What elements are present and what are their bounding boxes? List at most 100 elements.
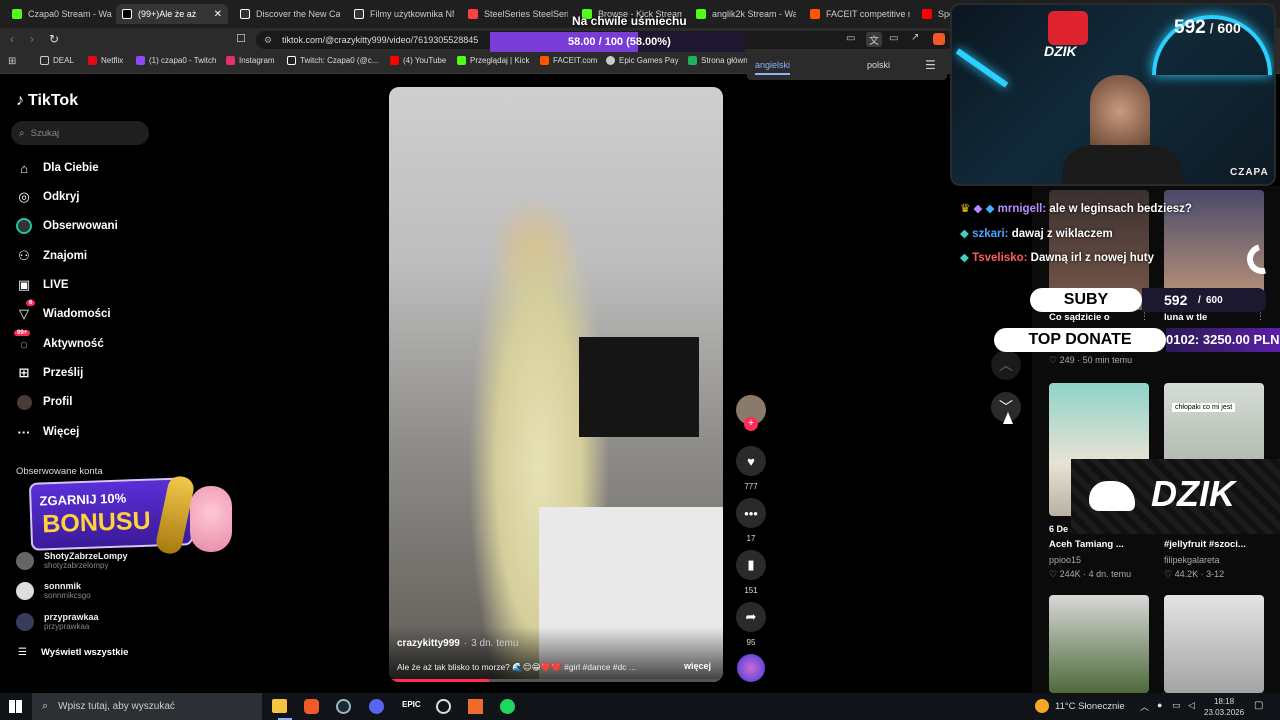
music-disc-icon[interactable] (737, 654, 765, 682)
follow-plus-icon[interactable]: + (744, 417, 758, 431)
tiktok-logo[interactable]: ♪ TikTok (16, 92, 78, 110)
nav-wiecej[interactable]: ··· Więcej (16, 424, 80, 440)
nav-profil[interactable]: Profil (16, 394, 72, 410)
feed-title[interactable]: #jellyfruit #szoci... (1164, 539, 1246, 550)
bookmark-item[interactable]: (4) YouTube (390, 56, 446, 65)
share-button[interactable]: ➦ 95 (735, 602, 767, 647)
comment-button[interactable]: ••• 17 (735, 498, 767, 543)
previous-video-button[interactable]: ︿ (991, 350, 1021, 380)
like-button[interactable]: ♥ 777 (735, 446, 767, 491)
app-icon[interactable] (468, 699, 483, 714)
apps-grid-icon[interactable]: ⊞ (8, 56, 16, 67)
feed-user[interactable]: filipekgalareta (1164, 555, 1220, 565)
caption-more-button[interactable]: więcej (684, 661, 711, 671)
reader-icon[interactable]: ▭ (846, 33, 855, 44)
subs-counter: 592 / 600 (1174, 17, 1241, 38)
feed-title[interactable]: Aceh Tamiang ... (1049, 539, 1124, 550)
more-options-icon[interactable]: ⋮ (1140, 311, 1149, 322)
share-icon[interactable]: ↗ (911, 32, 919, 43)
video-progress-track[interactable] (389, 679, 723, 682)
feed-title[interactable]: Co sądzicie o (1049, 312, 1110, 323)
browser-tab-active[interactable]: (99+)Ale że aż ✕ (116, 4, 228, 24)
browser-tab[interactable]: Spo (922, 4, 952, 24)
more-options-icon[interactable]: ⋮ (1256, 311, 1265, 322)
followed-account[interactable]: ShotyZabrzeLompy shotyzabrzelompy (16, 551, 128, 570)
browser-tab[interactable]: Discover the New Cap (240, 4, 340, 24)
discord-icon[interactable] (369, 699, 384, 714)
suby-label: SUBY (1030, 288, 1142, 312)
nav-znajomi[interactable]: ⚇ Znajomi (16, 248, 87, 264)
feed-title[interactable]: luna w tle (1164, 312, 1207, 323)
top-donate-value-box: 0102: 3250.00 PLN (1166, 328, 1280, 352)
browser-tab[interactable]: SteelSeries SteelSeries (468, 4, 568, 24)
site-info-icon[interactable]: ⚙ (264, 31, 272, 49)
save-button[interactable]: ▮ 151 (735, 550, 767, 595)
live-icon: ▣ (17, 277, 31, 292)
bookmark-item[interactable]: Przeglądaj | Kick (457, 56, 529, 65)
menu-icon[interactable]: ☰ (925, 58, 936, 72)
epic-games-icon[interactable]: EPIC (402, 700, 421, 709)
translate-icon[interactable]: 文 (866, 32, 882, 47)
close-tab-icon[interactable]: ✕ (214, 9, 222, 20)
bookmark-item[interactable]: (1) czapa0 - Twitch (136, 56, 216, 65)
translate-tab-target[interactable]: polski (867, 60, 890, 70)
bookmark-item[interactable]: DEAL (40, 56, 74, 65)
brave-shield-icon[interactable] (933, 33, 945, 45)
video-thumbnail[interactable] (1049, 595, 1149, 693)
bookmark-item[interactable]: FACEIT.com (540, 56, 597, 65)
browser-tab[interactable]: FACEIT competitive m (810, 4, 910, 24)
browser-tab[interactable]: Czapa0 Stream - Watch (12, 4, 112, 24)
notification-badge: 6 (26, 300, 36, 306)
author-avatar-block[interactable]: + (735, 395, 767, 431)
video-author[interactable]: crazykitty999 (397, 638, 460, 649)
forward-icon[interactable]: › (30, 32, 34, 46)
webcam-overlay: DZIK 592 / 600 CZAPA (950, 3, 1276, 186)
microphone-icon[interactable]: ● (1157, 700, 1162, 710)
nav-wiadomosci[interactable]: ▽ 6 Wiadomości (16, 300, 111, 322)
feed-user[interactable]: ppioo15 (1049, 555, 1081, 565)
back-icon[interactable]: ‹ (10, 32, 14, 46)
bookmark-item[interactable]: Strona główn (688, 56, 748, 65)
browser-tab[interactable]: Filmy użytkownika NN (354, 4, 454, 24)
browser-tab[interactable]: anglik2k Stream - Watc (696, 4, 796, 24)
weather-text[interactable]: 11°C Słonecznie (1055, 701, 1125, 712)
nav-odkryj[interactable]: ◎ Odkryj (16, 189, 79, 205)
windows-start-icon[interactable] (9, 700, 22, 713)
nav-dla-ciebie[interactable]: ⌂ Dla Ciebie (16, 160, 99, 176)
bookmark-item[interactable]: Twitch: Czapa0 (@c... (287, 56, 378, 65)
brave-browser-icon[interactable] (304, 699, 319, 714)
avatar (16, 581, 34, 600)
bookmark-item[interactable]: Netflix (88, 56, 123, 65)
nav-obserwowani[interactable]: Obserwowani (16, 218, 118, 234)
weather-sun-icon[interactable] (1035, 699, 1049, 713)
crown-icon: ♛ (960, 203, 971, 215)
file-explorer-icon[interactable] (272, 699, 287, 713)
bookmark-icon[interactable]: ☐ (236, 32, 246, 45)
spotify-icon[interactable] (500, 699, 515, 714)
network-icon[interactable]: ▭ (1172, 700, 1181, 711)
translate-tab-source[interactable]: angielski (755, 60, 791, 75)
netflix-icon (88, 56, 97, 65)
followed-account[interactable]: sonnmik sonnmikcsgo (16, 581, 91, 600)
notifications-icon[interactable]: ▢ (1254, 700, 1263, 711)
nav-live[interactable]: ▣ LIVE (16, 277, 69, 293)
followed-account[interactable]: przyprawkaa przyprawkaa (16, 612, 99, 631)
bookmark-item[interactable]: Instagram (226, 56, 275, 65)
search-input[interactable]: ⌕ Szukaj (11, 121, 149, 145)
tiktok-icon (122, 9, 132, 19)
taskbar-search[interactable]: ⌕ Wpisz tutaj, aby wyszukać (32, 693, 262, 720)
clock[interactable]: 18:18 23.03.2026 (1204, 696, 1244, 718)
obs-icon[interactable] (436, 699, 451, 714)
video-thumbnail[interactable] (1164, 595, 1264, 693)
video-player[interactable]: crazykitty999 · 3 dn. temu Ale że aż tak… (389, 87, 723, 682)
steam-icon[interactable] (336, 699, 351, 714)
chevron-up-icon[interactable]: ︿ (1140, 700, 1149, 713)
reload-icon[interactable]: ↻ (49, 32, 59, 46)
nav-przeslij[interactable]: ⊞ Prześlij (16, 365, 84, 381)
kick-icon (12, 9, 22, 19)
see-all-followed[interactable]: ☰ Wyświetl wszystkie (18, 647, 128, 658)
bookmark-item[interactable]: Epic Games Pay (606, 56, 679, 65)
cast-icon[interactable]: ▭ (889, 33, 898, 44)
volume-icon[interactable]: ◁ (1188, 700, 1195, 711)
nav-aktywnosc[interactable]: ◌ 99+ Aktywność (14, 330, 104, 352)
